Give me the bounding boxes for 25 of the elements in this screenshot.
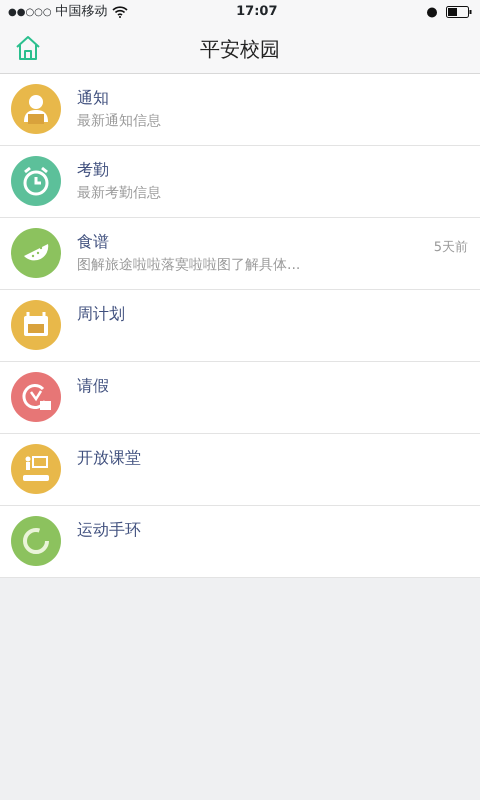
list-item[interactable]: 周计划 [0,290,480,362]
item-subtitle: 最新考勤信息 [77,184,162,202]
item-title: 通知 [77,88,110,108]
wifi-icon [112,6,128,18]
item-title: 请假 [77,376,110,396]
list-item[interactable]: 开放课堂 [0,434,480,506]
signal-strength: ●●○○○ [8,6,52,20]
page-title: 平安校园 [200,36,280,62]
item-title: 周计划 [77,304,126,324]
item-subtitle: 最新通知信息 [77,112,162,130]
list-item[interactable]: 请假 [0,362,480,434]
item-title: 食谱 [77,232,110,252]
item-time: 5天前 [434,239,468,257]
list-item[interactable]: 考勤 最新考勤信息 [0,146,480,218]
clock-time: 17:07 [236,3,279,22]
battery-icon [446,6,472,18]
item-title: 考勤 [77,160,110,180]
item-title: 运动手环 [77,520,142,540]
carrier-name: 中国移动 [56,3,108,22]
home-button[interactable] [14,34,42,62]
list-item[interactable]: 通知 最新通知信息 [0,74,480,146]
list-item[interactable]: 食谱 图解旅途啦啦落寞啦啦图了解具体... 5天前 [0,218,480,290]
list-item[interactable]: 运动手环 [0,506,480,578]
item-subtitle: 图解旅途啦啦落寞啦啦图了解具体... [77,256,302,274]
item-title: 开放课堂 [77,448,142,468]
